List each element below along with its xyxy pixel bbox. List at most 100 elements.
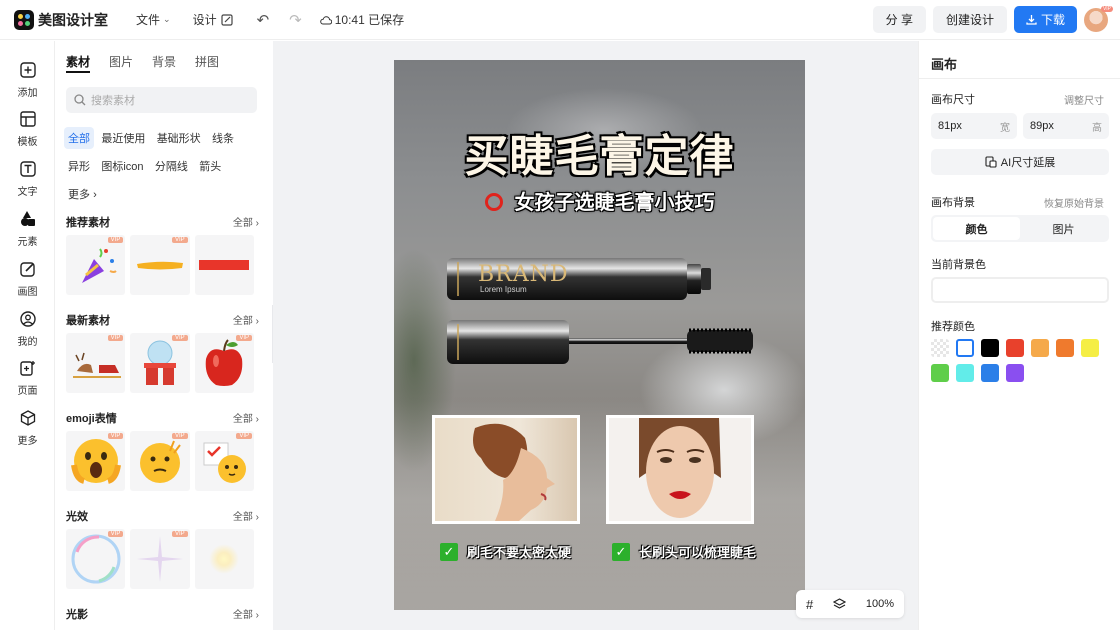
section-title: 光影 xyxy=(66,609,88,621)
chip-all[interactable]: 全部 xyxy=(64,127,94,149)
material-thumb[interactable] xyxy=(194,235,254,295)
tab-images[interactable]: 图片 xyxy=(109,53,133,73)
rail-label: 画图 xyxy=(17,287,38,298)
seg-color[interactable]: 颜色 xyxy=(933,217,1020,240)
poster-canvas[interactable]: 买睫毛膏定律 女孩子选睫毛膏小技巧 BRAND Lorem Ipsum ✓ 刷毛… xyxy=(394,60,805,610)
view-all-label: 全部 xyxy=(232,610,253,621)
color-swatch[interactable] xyxy=(981,364,999,382)
share-button[interactable]: 分 享 xyxy=(872,6,926,33)
section-title: 光效 xyxy=(66,511,88,523)
search-input[interactable]: 搜索素材 xyxy=(66,87,257,113)
undo-icon[interactable]: ↶ xyxy=(257,11,270,29)
height-field[interactable]: 89px 高 xyxy=(1023,113,1109,139)
ai-extend-button[interactable]: AI尺寸延展 xyxy=(931,149,1109,175)
canvas-size-label: 画布尺寸 xyxy=(931,94,975,106)
material-thumb[interactable]: VIP xyxy=(194,431,254,491)
color-swatch[interactable] xyxy=(956,339,974,357)
view-all-link[interactable]: 全部 › xyxy=(233,508,259,524)
rail-item-mine[interactable]: 我的 xyxy=(0,308,55,348)
avatar[interactable]: VIP xyxy=(1084,5,1113,32)
tab-materials[interactable]: 素材 xyxy=(66,53,91,73)
chip-more-label: 更多 xyxy=(68,189,90,201)
rail-item-page[interactable]: 页面 xyxy=(0,357,55,397)
rail-item-draw[interactable]: 画图 xyxy=(0,258,55,298)
model-photo-right[interactable] xyxy=(606,415,754,524)
chip-lines[interactable]: 线条 xyxy=(208,127,238,149)
canvas-bg-label: 画布背景 xyxy=(931,197,975,209)
file-menu[interactable]: 文件 ⌄ xyxy=(136,11,171,28)
design-menu[interactable]: 设计 xyxy=(193,11,233,28)
poster-subtitle-text: 女孩子选睫毛膏小技巧 xyxy=(514,192,715,214)
material-thumb[interactable]: VIP xyxy=(130,235,190,295)
rail-item-text[interactable]: 文字 xyxy=(0,158,55,198)
vip-tag: VIP xyxy=(171,531,188,537)
tab-backgrounds[interactable]: 背景 xyxy=(152,53,176,73)
layers-icon[interactable] xyxy=(833,597,847,611)
view-all-link[interactable]: 全部 › xyxy=(233,312,259,328)
rail-item-add[interactable]: 添加 xyxy=(0,59,55,99)
view-all-link[interactable]: 全部 › xyxy=(233,410,259,426)
tip-1-text: 刷毛不要太密太硬 xyxy=(467,545,572,560)
material-thumb[interactable]: VIP xyxy=(66,431,126,491)
poster-title[interactable]: 买睫毛膏定律 xyxy=(394,120,805,184)
width-field[interactable]: 81px 宽 xyxy=(931,113,1017,139)
color-swatch[interactable] xyxy=(981,339,999,357)
create-design-button[interactable]: 创建设计 xyxy=(932,6,1007,33)
chip-recent[interactable]: 最近使用 xyxy=(97,127,149,149)
color-swatch[interactable] xyxy=(1031,339,1049,357)
rail-item-elements[interactable]: 元素 xyxy=(0,201,55,248)
redo-icon[interactable]: ↷ xyxy=(289,11,302,29)
restore-bg-link[interactable]: 恢复原始背景 xyxy=(1044,195,1104,210)
current-color-field[interactable] xyxy=(931,277,1109,303)
cube-icon xyxy=(20,410,35,426)
chip-icons[interactable]: 图标icon xyxy=(97,155,147,177)
chip-irregular[interactable]: 异形 xyxy=(64,155,94,177)
seg-image[interactable]: 图片 xyxy=(1020,217,1107,240)
cloud-icon xyxy=(319,15,332,24)
material-thumb[interactable]: VIP xyxy=(66,333,126,393)
tip-2[interactable]: ✓ 长刷头可以梳理睫毛 xyxy=(612,542,756,561)
view-all-label: 全部 xyxy=(232,512,253,523)
brush-stroke-icon xyxy=(136,261,183,270)
shocked-emoji-icon xyxy=(70,439,121,484)
model-photo-left[interactable] xyxy=(432,415,580,524)
view-all-link[interactable]: 全部 › xyxy=(233,606,259,622)
download-icon xyxy=(1026,15,1037,25)
zoom-level[interactable]: 100% xyxy=(866,598,894,610)
color-swatch[interactable] xyxy=(1006,339,1024,357)
rail-label: 页面 xyxy=(17,386,38,397)
tip-1[interactable]: ✓ 刷毛不要太密太硬 xyxy=(440,542,571,561)
tab-collage[interactable]: 拼图 xyxy=(195,53,219,73)
front-portrait-image xyxy=(639,418,721,518)
color-swatch[interactable] xyxy=(1081,339,1099,357)
chip-basic-shapes[interactable]: 基础形状 xyxy=(153,127,205,149)
color-swatch[interactable] xyxy=(931,364,949,382)
width-value: 81px xyxy=(938,120,962,132)
chip-dividers[interactable]: 分隔线 xyxy=(151,155,192,177)
plus-square-icon xyxy=(19,62,36,78)
app-logo[interactable]: 美图设计室 xyxy=(14,9,108,30)
poster-subtitle[interactable]: 女孩子选睫毛膏小技巧 xyxy=(394,186,805,215)
color-swatch[interactable] xyxy=(1056,339,1074,357)
material-thumb[interactable]: VIP xyxy=(130,529,190,589)
material-thumb[interactable] xyxy=(194,529,254,589)
material-thumb[interactable]: VIP xyxy=(130,333,190,393)
grid-icon[interactable]: # xyxy=(806,597,813,612)
chip-arrows[interactable]: 箭头 xyxy=(195,155,225,177)
material-thumb[interactable]: VIP xyxy=(66,235,126,295)
download-button[interactable]: 下载 xyxy=(1013,6,1077,33)
color-swatch[interactable] xyxy=(956,364,974,382)
material-thumb[interactable]: VIP xyxy=(130,431,190,491)
resize-link[interactable]: 调整尺寸 xyxy=(1064,92,1104,107)
chip-more[interactable]: 更多 › xyxy=(64,183,101,205)
rail-item-template[interactable]: 模板 xyxy=(0,108,55,148)
rail-label: 我的 xyxy=(17,337,38,348)
view-all-link[interactable]: 全部 › xyxy=(233,214,259,230)
color-swatch[interactable] xyxy=(931,339,949,357)
color-swatch[interactable] xyxy=(1006,364,1024,382)
rail-item-more[interactable]: 更多 xyxy=(0,407,55,447)
vip-tag: VIP xyxy=(107,531,124,537)
section-title: emoji表情 xyxy=(66,413,117,425)
material-thumb[interactable]: VIP xyxy=(194,333,254,393)
material-thumb[interactable]: VIP xyxy=(66,529,126,589)
